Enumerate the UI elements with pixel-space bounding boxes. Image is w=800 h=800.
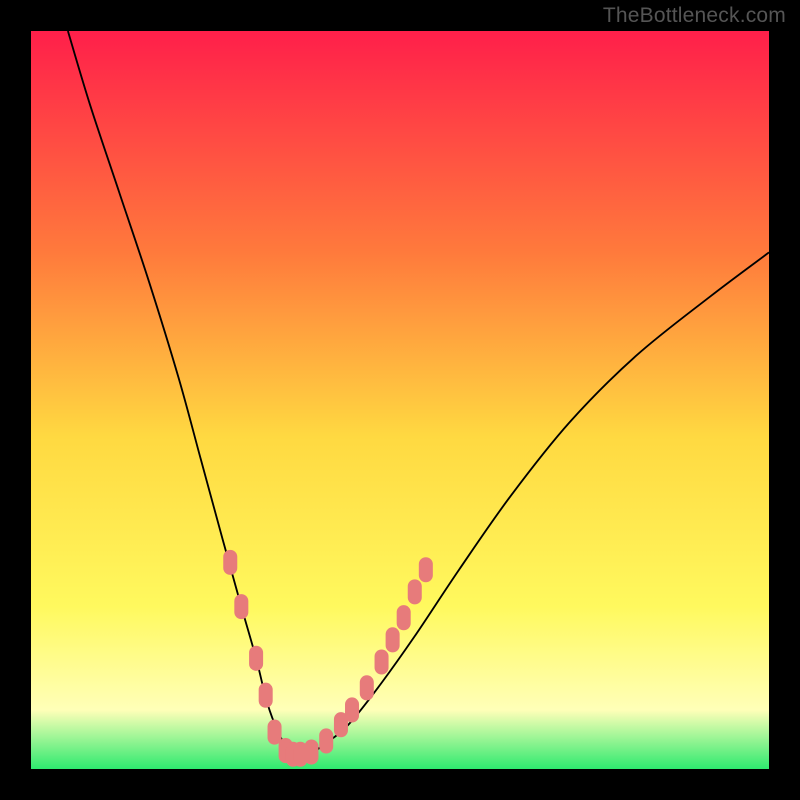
curve-marker [360, 675, 374, 700]
curve-marker [386, 627, 400, 652]
curve-marker [223, 550, 237, 575]
curve-marker [319, 728, 333, 753]
curve-marker [304, 739, 318, 764]
curve-marker [397, 605, 411, 630]
bottleneck-curve [68, 31, 769, 754]
curve-markers [223, 550, 433, 767]
curve-marker [375, 649, 389, 674]
curve-marker [408, 579, 422, 604]
curve-marker [268, 720, 282, 745]
curve-marker [345, 697, 359, 722]
plot-area [31, 31, 769, 769]
curve-layer [31, 31, 769, 769]
curve-marker [259, 683, 273, 708]
curve-marker [419, 557, 433, 582]
curve-marker [234, 594, 248, 619]
outer-frame: TheBottleneck.com [0, 0, 800, 800]
watermark-text: TheBottleneck.com [603, 4, 786, 28]
curve-marker [249, 646, 263, 671]
